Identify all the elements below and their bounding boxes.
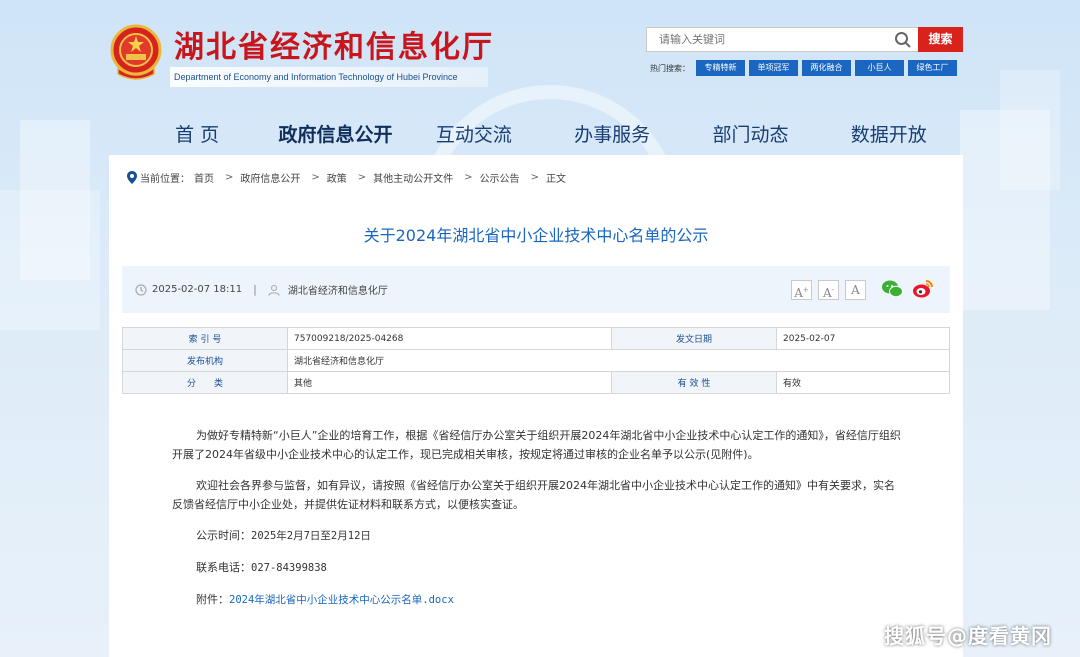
hot-search-label: 热门搜索： bbox=[650, 63, 690, 73]
font-reset-button[interactable]: A bbox=[845, 280, 866, 300]
date-value: 2025-02-07 bbox=[776, 327, 950, 350]
publicity-period: 公示时间：2025年2月7日至2月12日 bbox=[196, 529, 371, 542]
hot-tag[interactable]: 单项冠军 bbox=[749, 60, 798, 76]
search-icon[interactable] bbox=[894, 31, 912, 49]
person-icon bbox=[268, 284, 280, 296]
breadcrumb-separator: > bbox=[464, 172, 473, 183]
main-nav: 首 页 政府信息公开 互动交流 办事服务 部门动态 数据开放 bbox=[128, 118, 958, 152]
weibo-share-icon[interactable] bbox=[912, 278, 934, 300]
breadcrumb-item[interactable]: 公示公告 bbox=[480, 170, 520, 185]
font-increase-button[interactable]: A+ bbox=[791, 280, 812, 300]
org-value: 湖北省经济和信息化厅 bbox=[287, 349, 950, 372]
meta-divider: | bbox=[253, 283, 257, 296]
nav-item-open-data[interactable]: 数据开放 bbox=[820, 118, 958, 152]
nav-item-interaction[interactable]: 互动交流 bbox=[405, 118, 543, 152]
hot-tag[interactable]: 绿色工厂 bbox=[908, 60, 957, 76]
hot-tag[interactable]: 专精特新 bbox=[696, 60, 745, 76]
publish-source: 湖北省经济和信息化厅 bbox=[287, 286, 388, 297]
hot-tag[interactable]: 小巨人 bbox=[855, 60, 904, 76]
breadcrumb-separator: > bbox=[225, 172, 234, 183]
breadcrumb-item[interactable]: 政府信息公开 bbox=[240, 170, 300, 185]
contact-phone: 联系电话：027-84399838 bbox=[196, 561, 327, 574]
publish-datetime: 2025-02-07 18:11 bbox=[152, 284, 243, 295]
font-decrease-button[interactable]: A- bbox=[818, 280, 839, 300]
validity-value: 有效 bbox=[776, 371, 950, 394]
breadcrumb-separator: > bbox=[311, 172, 320, 183]
site-title: 湖北省经济和信息化厅 bbox=[174, 30, 494, 65]
org-label: 发布机构 bbox=[122, 349, 288, 372]
article-title: 关于2024年湖北省中小企业技术中心名单的公示 bbox=[363, 226, 709, 245]
attachment: 附件：2024年湖北省中小企业技术中心公示名单.docx bbox=[196, 593, 454, 606]
table-row: 发布机构 湖北省经济和信息化厅 bbox=[122, 349, 950, 372]
location-pin-icon bbox=[127, 171, 137, 184]
wechat-share-icon[interactable] bbox=[881, 279, 903, 299]
breadcrumb-item[interactable]: 首页 bbox=[194, 170, 214, 185]
breadcrumb-label: 当前位置： bbox=[140, 174, 190, 185]
category-value: 其他 bbox=[287, 371, 612, 394]
search-button[interactable]: 搜索 bbox=[918, 27, 963, 52]
breadcrumb-item[interactable]: 其他主动公开文件 bbox=[373, 170, 453, 185]
search-input[interactable] bbox=[647, 28, 887, 51]
nav-item-home[interactable]: 首 页 bbox=[128, 118, 266, 152]
category-label: 分 类 bbox=[122, 371, 288, 394]
nav-item-gov-info[interactable]: 政府信息公开 bbox=[266, 118, 404, 152]
breadcrumb-separator: > bbox=[357, 172, 367, 183]
body-paragraph: 为做好专精特新“小巨人”企业的培育工作，根据《省经信厅办公室关于组织开展2024… bbox=[172, 429, 901, 461]
article-meta-bar: 2025-02-07 18:11 | 湖北省经济和信息化厅 A+ A- A bbox=[122, 266, 950, 313]
clock-icon bbox=[135, 283, 147, 296]
nav-item-services[interactable]: 办事服务 bbox=[543, 118, 681, 152]
content-panel: 当前位置： 首页 > 政府信息公开 > 政策 > 其他主动公开文件 > 公示公告… bbox=[109, 155, 963, 657]
validity-label: 有 效 性 bbox=[611, 371, 777, 394]
nav-item-news[interactable]: 部门动态 bbox=[681, 118, 819, 152]
table-row: 索 引 号 757009218/2025-04268 发文日期 2025-02-… bbox=[122, 327, 950, 350]
date-label: 发文日期 bbox=[611, 327, 777, 350]
article-body: 为做好专精特新“小巨人”企业的培育工作，根据《省经信厅办公室关于组织开展2024… bbox=[172, 426, 902, 622]
breadcrumb: 当前位置： 首页 > 政府信息公开 > 政策 > 其他主动公开文件 > 公示公告… bbox=[127, 170, 570, 185]
breadcrumb-item[interactable]: 政策 bbox=[327, 170, 347, 185]
national-emblem-icon bbox=[110, 24, 162, 80]
font-size-controls: A+ A- A bbox=[785, 280, 866, 300]
watermark: 搜狐号@度看黄冈 bbox=[884, 624, 1052, 648]
table-row: 分 类 其他 有 效 性 有效 bbox=[122, 371, 950, 394]
search-box bbox=[646, 27, 918, 52]
index-value: 757009218/2025-04268 bbox=[287, 327, 612, 350]
breadcrumb-item-current: 正文 bbox=[545, 174, 566, 185]
attachment-link[interactable]: 2024年湖北省中小企业技术中心公示名单.docx bbox=[229, 594, 454, 606]
breadcrumb-separator: > bbox=[530, 172, 539, 183]
site-header: 湖北省经济和信息化厅 Department of Economy and Inf… bbox=[0, 0, 1080, 110]
index-label: 索 引 号 bbox=[122, 327, 288, 350]
body-paragraph: 欢迎社会各界参与监督，如有异议，请按照《省经信厅办公室关于组织开展2024年湖北… bbox=[172, 479, 895, 511]
hot-search-row: 热门搜索： 专精特新 单项冠军 两化融合 小巨人 绿色工厂 bbox=[650, 60, 961, 76]
site-subtitle: Department of Economy and Information Te… bbox=[170, 67, 488, 87]
hot-tag[interactable]: 两化融合 bbox=[802, 60, 851, 76]
document-info-table: 索 引 号 757009218/2025-04268 发文日期 2025-02-… bbox=[122, 327, 950, 394]
